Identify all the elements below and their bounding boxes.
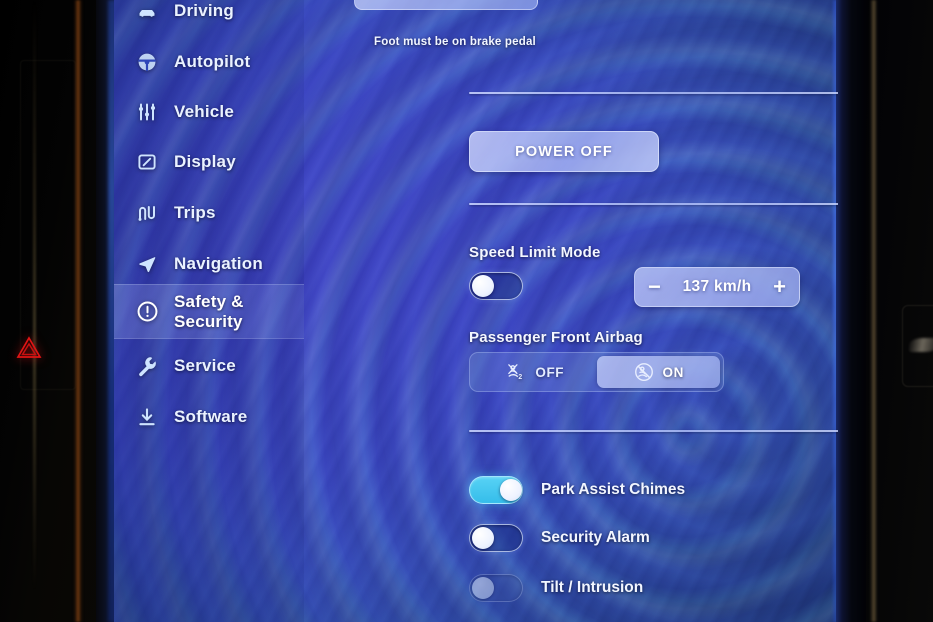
sidebar-item-software[interactable]: Software (114, 395, 304, 439)
sidebar-item-vehicle[interactable]: Vehicle (114, 90, 304, 134)
airbag-off-label: OFF (535, 364, 565, 380)
center-touchscreen[interactable]: Driving Autopilot Vehicle Display Trips … (114, 0, 838, 622)
row-tilt-intrusion: Tilt / Intrusion (469, 574, 643, 602)
navigation-arrow-icon (134, 251, 160, 277)
power-off-button[interactable]: POWER OFF (469, 131, 659, 172)
sidebar-item-label: Display (174, 152, 236, 172)
airbag-on-label: ON (662, 364, 684, 380)
sidebar-item-trips[interactable]: Trips (114, 191, 304, 235)
safety-security-panel: Foot must be on brake pedal POWER OFF Sp… (304, 0, 838, 622)
airbag-disabled-icon: 2 (505, 361, 527, 383)
wrench-icon (134, 353, 160, 379)
sidebar-item-label: Trips (174, 203, 216, 223)
tilt-intrusion-toggle[interactable] (469, 574, 523, 602)
sidebar-item-driving[interactable]: Driving (114, 0, 304, 33)
toggle-knob (472, 577, 494, 599)
vehicle-touchscreen-photo: Driving Autopilot Vehicle Display Trips … (0, 0, 933, 622)
sidebar-item-navigation[interactable]: Navigation (114, 242, 304, 286)
park-assist-chimes-label: Park Assist Chimes (541, 481, 686, 498)
airbag-off-option[interactable]: 2 OFF (473, 356, 597, 388)
svg-text:2: 2 (519, 374, 523, 381)
alert-circle-icon (134, 299, 160, 325)
sidebar-item-label: Autopilot (174, 52, 251, 72)
tilt-intrusion-label: Tilt / Intrusion (541, 579, 644, 596)
hazard-triangle-icon (16, 335, 42, 358)
sidebar-item-service[interactable]: Service (114, 344, 304, 388)
sidebar-item-label: Driving (174, 1, 234, 21)
park-assist-chimes-toggle[interactable] (469, 476, 523, 504)
display-icon (134, 149, 160, 175)
speed-limit-stepper[interactable]: − 137 km/h + (634, 267, 800, 307)
sidebar-item-label: Vehicle (174, 102, 234, 122)
dashboard-seam-inner (33, 0, 36, 622)
settings-sidebar: Driving Autopilot Vehicle Display Trips … (114, 0, 304, 622)
brake-pedal-hint: Foot must be on brake pedal (374, 36, 536, 48)
row-security-alarm: Security Alarm (469, 524, 650, 552)
divider-below-airbag (469, 430, 838, 432)
security-alarm-toggle[interactable] (469, 524, 523, 552)
sidebar-item-autopilot[interactable]: Autopilot (114, 40, 304, 84)
toggle-knob (472, 527, 494, 549)
increment-button[interactable]: + (773, 276, 786, 298)
divider-below-power (469, 203, 838, 205)
toggle-knob (500, 479, 522, 501)
power-off-label: POWER OFF (515, 143, 613, 160)
decrement-button[interactable]: − (648, 276, 661, 298)
toggle-knob (472, 275, 494, 297)
download-icon (134, 404, 160, 430)
speed-limit-mode-toggle[interactable] (469, 272, 523, 300)
speed-limit-value: 137 km/h (682, 278, 752, 295)
dashboard-control-right[interactable] (902, 305, 933, 387)
passenger-airbag-segmented-control[interactable]: 2 OFF ON (469, 352, 724, 392)
dashboard-seam-wood (74, 0, 83, 622)
sidebar-item-safety-and-security[interactable]: Safety & Security (114, 284, 304, 339)
airbag-on-option[interactable]: ON (596, 356, 720, 388)
passenger-front-airbag-title: Passenger Front Airbag (469, 329, 643, 346)
divider-top (469, 92, 838, 94)
screen-bezel-right (836, 0, 870, 622)
security-alarm-label: Security Alarm (541, 529, 650, 546)
airbag-enabled-icon (633, 361, 655, 383)
sidebar-item-label: Software (174, 407, 248, 427)
road-icon (134, 200, 160, 226)
sidebar-item-display[interactable]: Display (114, 140, 304, 184)
row-park-assist-chimes: Park Assist Chimes (469, 476, 685, 504)
sliders-icon (134, 99, 160, 125)
partially-visible-button-above[interactable] (354, 0, 538, 10)
hazard-warning-button[interactable] (14, 333, 44, 361)
steering-wheel-icon (134, 49, 160, 75)
dashboard-seam-right (870, 0, 877, 622)
sidebar-item-label: Service (174, 356, 236, 376)
sidebar-item-label: Navigation (174, 254, 263, 274)
sidebar-item-label: Safety & Security (174, 291, 244, 331)
speed-limit-mode-title: Speed Limit Mode (469, 244, 601, 261)
car-icon (134, 0, 160, 24)
